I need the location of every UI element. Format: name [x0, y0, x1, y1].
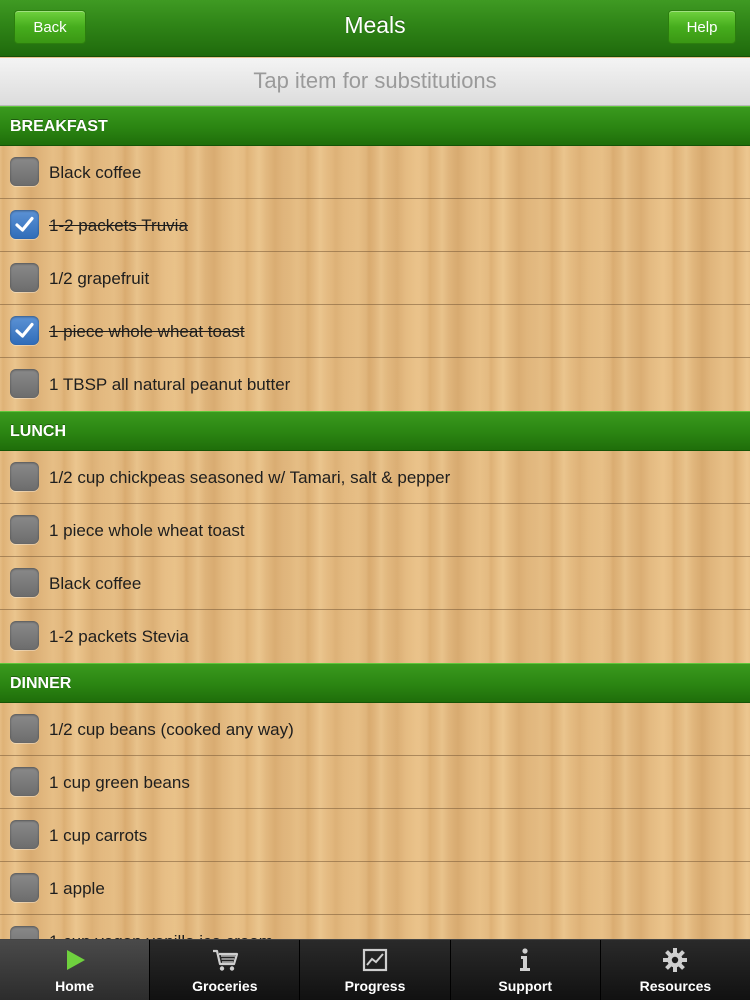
page-title: Meals: [344, 12, 406, 38]
tab-label: Progress: [344, 978, 406, 994]
tab-groceries[interactable]: Groceries: [150, 940, 301, 1000]
tab-label: Home: [55, 978, 95, 994]
meal-item-label: 1/2 cup chickpeas seasoned w/ Tamari, sa…: [49, 468, 451, 487]
meal-item-label: 1-2 packets Stevia: [49, 627, 189, 646]
section-header: DINNER: [0, 663, 750, 703]
checkbox[interactable]: [10, 462, 39, 491]
help-button[interactable]: Help: [668, 10, 736, 44]
meal-item-label: Black coffee: [49, 163, 142, 182]
meal-item[interactable]: Black coffee: [0, 146, 750, 199]
meal-item[interactable]: 1/2 cup chickpeas seasoned w/ Tamari, sa…: [0, 451, 750, 504]
checkbox-checked[interactable]: [10, 316, 39, 345]
checkbox[interactable]: [10, 820, 39, 849]
chart-icon: [300, 947, 449, 973]
meal-item-label: 1 cup vegan vanilla ice cream: [49, 915, 273, 939]
meal-item[interactable]: 1/2 cup beans (cooked any way): [0, 703, 750, 756]
meal-item[interactable]: 1 piece whole wheat toast: [0, 305, 750, 358]
meal-item-label: 1 cup green beans: [49, 773, 190, 792]
meal-item[interactable]: Black coffee: [0, 557, 750, 610]
checkbox-checked[interactable]: [10, 210, 39, 239]
meal-item[interactable]: 1 cup green beans: [0, 756, 750, 809]
meal-item-label: 1-2 packets Truvia: [49, 216, 188, 235]
meal-item-label: 1/2 grapefruit: [49, 269, 150, 288]
navigation-bar: Back Meals Help: [0, 0, 750, 57]
tab-home[interactable]: Home: [0, 940, 151, 1000]
checkbox[interactable]: [10, 714, 39, 743]
meal-item-label: Black coffee: [49, 574, 142, 593]
meal-item[interactable]: 1 piece whole wheat toast: [0, 504, 750, 557]
tab-support[interactable]: Support: [451, 940, 601, 1000]
meal-item[interactable]: 1-2 packets Truvia: [0, 199, 750, 252]
meal-list[interactable]: BREAKFAST Black coffee 1-2 packets Truvia 1…: [0, 106, 750, 939]
meal-item-label: 1 cup carrots: [49, 826, 148, 845]
meal-item[interactable]: 1 cup carrots: [0, 809, 750, 862]
meal-item[interactable]: 1 apple: [0, 862, 750, 915]
tab-label: Resources: [639, 978, 712, 994]
checkbox[interactable]: [10, 926, 39, 939]
checkbox[interactable]: [10, 263, 39, 292]
meal-item-label: 1/2 cup beans (cooked any way): [49, 720, 294, 739]
checkbox[interactable]: [10, 157, 39, 186]
meal-section-breakfast: BREAKFAST Black coffee 1-2 packets Truvia 1…: [0, 106, 750, 411]
section-header: LUNCH: [0, 411, 750, 451]
tab-progress[interactable]: Progress: [300, 940, 451, 1000]
meal-item[interactable]: 1 cup vegan vanilla ice cream: [0, 915, 750, 939]
meal-item-label: 1 piece whole wheat toast: [49, 322, 245, 341]
meal-item-label: 1 TBSP all natural peanut butter: [49, 375, 291, 394]
checkbox[interactable]: [10, 873, 39, 902]
substitution-hint: Tap item for substitutions: [0, 58, 750, 106]
checkbox[interactable]: [10, 767, 39, 796]
cart-icon: [150, 947, 299, 973]
meal-item[interactable]: 1 TBSP all natural peanut butter: [0, 358, 750, 411]
play-icon: [0, 947, 149, 973]
checkbox[interactable]: [10, 515, 39, 544]
checkbox[interactable]: [10, 369, 39, 398]
tab-bar: Home Groceries Progress Support Resources: [0, 939, 750, 1000]
meal-section-lunch: LUNCH 1/2 cup chickpeas seasoned w/ Tamar…: [0, 411, 750, 663]
meal-item[interactable]: 1/2 grapefruit: [0, 252, 750, 305]
meal-section-dinner: DINNER 1/2 cup beans (cooked any way) 1 cu…: [0, 663, 750, 939]
back-button[interactable]: Back: [14, 10, 86, 44]
tab-resources[interactable]: Resources: [601, 940, 750, 1000]
meal-item-label: 1 piece whole wheat toast: [49, 521, 245, 540]
tab-label: Support: [498, 978, 553, 994]
info-icon: [451, 947, 600, 973]
section-header: BREAKFAST: [0, 106, 750, 146]
gear-icon: [601, 947, 750, 973]
tab-label: Groceries: [192, 978, 258, 994]
checkbox[interactable]: [10, 621, 39, 650]
checkbox[interactable]: [10, 568, 39, 597]
meal-item-label: 1 apple: [49, 879, 105, 898]
meal-item[interactable]: 1-2 packets Stevia: [0, 610, 750, 663]
